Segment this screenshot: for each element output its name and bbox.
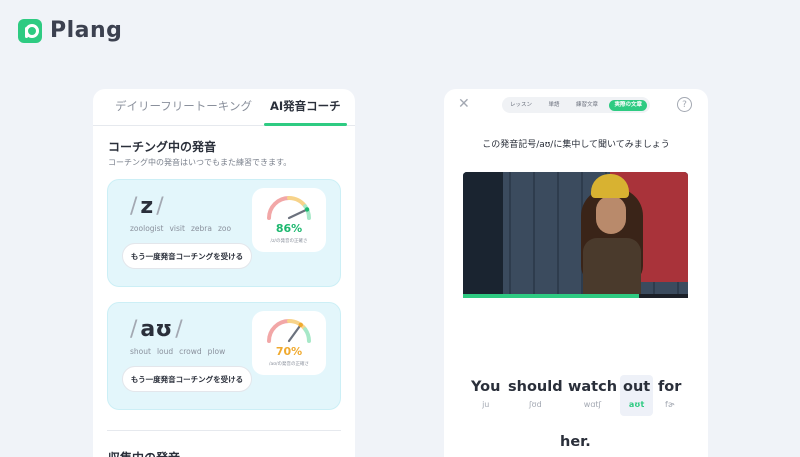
- segment-practice-sentences[interactable]: 練習文章: [571, 100, 603, 111]
- word-text: watch: [568, 379, 618, 395]
- word-ipa: aʊt: [628, 400, 645, 409]
- word-ipa: ju: [482, 400, 490, 409]
- video-person-body: [583, 238, 641, 298]
- subtitle-word[interactable]: You ju: [471, 379, 500, 409]
- video-player[interactable]: [463, 172, 688, 298]
- word-text: her.: [560, 434, 591, 450]
- help-icon[interactable]: ?: [677, 97, 692, 112]
- close-icon[interactable]: ✕: [458, 96, 470, 112]
- example-word: crowd: [179, 347, 202, 356]
- section2-title: 収集中の発音: [108, 449, 180, 457]
- word-ipa: wɑtʃ: [583, 400, 602, 409]
- accuracy-percent: 86%: [275, 222, 303, 235]
- example-word: visit: [169, 224, 185, 233]
- word-ipa: ʃʊd: [528, 400, 542, 409]
- brand-name: Plang: [50, 18, 123, 43]
- logo-icon: [18, 18, 42, 43]
- word-ipa: fɚ: [665, 400, 675, 409]
- subtitle-word-highlighted[interactable]: out aʊt: [620, 375, 654, 416]
- instruction-text: この発音記号/aʊ/に集中して聞いてみましょう: [482, 140, 670, 150]
- subtitle-word[interactable]: should ʃʊd: [508, 379, 563, 409]
- example-word: loud: [156, 347, 174, 356]
- divider: [107, 430, 341, 431]
- subtitle-word[interactable]: her.: [560, 434, 591, 450]
- accuracy-caption: /aʊ/の発音の正確さ: [268, 362, 310, 367]
- slash-close: /: [156, 194, 164, 219]
- accuracy-gauge: 70% /aʊ/の発音の正確さ: [252, 311, 326, 375]
- slash-close: /: [175, 317, 183, 342]
- video-progress-fill: [463, 294, 639, 298]
- phoneme-card-z[interactable]: / z / zoologist visit zebra zoo もう一度発音コーチン…: [107, 179, 341, 287]
- phoneme-text: aʊ: [140, 317, 173, 342]
- section-subtitle: コーチング中の発音はいつでもまた練習できます。: [108, 158, 292, 167]
- mode-segmented-control: レッスン 単語 練習文章 実際の文章: [502, 97, 650, 113]
- tab-daily-free-talking[interactable]: デイリーフリートーキング: [115, 98, 252, 125]
- example-word: zoo: [217, 224, 232, 233]
- segment-lesson[interactable]: レッスン: [505, 100, 537, 111]
- accuracy-gauge: 86% /z/の発音の正確さ: [252, 188, 326, 252]
- brand-logo: Plang: [18, 18, 122, 43]
- phoneme-symbol: / aʊ /: [130, 317, 183, 342]
- phoneme-text: z: [140, 194, 154, 219]
- example-word: zoologist: [130, 224, 164, 233]
- example-word: plow: [207, 347, 226, 356]
- example-words: shout loud crowd plow: [130, 347, 225, 356]
- segment-real-sentences[interactable]: 実際の文章: [609, 99, 647, 111]
- phoneme-card-au[interactable]: / aʊ / shout loud crowd plow もう一度発音コーチングを受…: [107, 302, 341, 410]
- recoach-button[interactable]: もう一度発音コーチングを受ける: [122, 366, 252, 392]
- tab-ai-pronunciation-coach[interactable]: AI発音コーチ: [263, 98, 347, 126]
- word-text: out: [623, 379, 651, 395]
- video-progress-bar[interactable]: [463, 294, 688, 298]
- word-text: You: [471, 379, 501, 395]
- example-words: zoologist visit zebra zoo: [130, 224, 231, 233]
- recoach-button[interactable]: もう一度発音コーチングを受ける: [122, 243, 252, 269]
- word-text: for: [658, 379, 682, 395]
- segment-words[interactable]: 単語: [543, 100, 564, 111]
- video-person-face: [596, 196, 626, 234]
- subtitle-word[interactable]: watch wɑtʃ: [568, 379, 617, 409]
- tab-bar: デイリーフリートーキング AI発音コーチ AI: [93, 89, 355, 126]
- coaching-panel: デイリーフリートーキング AI発音コーチ AI コーチング中の発音 コーチング中…: [93, 89, 355, 457]
- video-frame-left: [463, 172, 503, 298]
- subtitle-word[interactable]: for fɚ: [658, 379, 681, 409]
- word-text: should: [508, 379, 563, 395]
- section-title: コーチング中の発音: [108, 140, 217, 154]
- example-word: shout: [130, 347, 151, 356]
- phoneme-symbol: / z /: [130, 194, 164, 219]
- accuracy-caption: /z/の発音の正確さ: [270, 239, 308, 244]
- listening-panel: ✕ レッスン 単語 練習文章 実際の文章 ? この発音記号/aʊ/に集中して聞い…: [444, 89, 708, 457]
- accuracy-percent: 70%: [275, 345, 303, 358]
- example-word: zebra: [190, 224, 212, 233]
